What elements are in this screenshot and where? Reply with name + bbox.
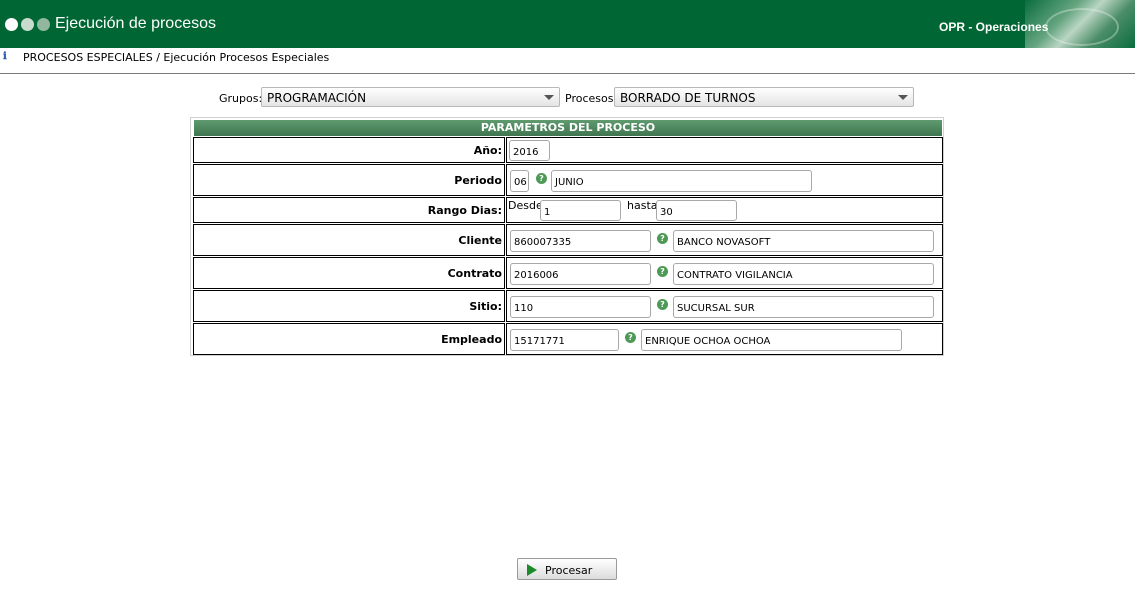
sitio-label: Sitio: (469, 300, 502, 313)
contrato-name-input[interactable]: CONTRATO VIGILANCIA (673, 263, 934, 285)
anio-input[interactable]: 2016 (509, 140, 550, 161)
row-cliente: Cliente 860007335 ? BANCO NOVASOFT (193, 224, 943, 256)
row-sitio: Sitio: 110 ? SUCURSAL SUR (193, 290, 943, 322)
contrato-code-input[interactable]: 2016006 (510, 263, 651, 285)
help-icon[interactable]: ? (657, 266, 668, 277)
filters-bar: Grupos: PROGRAMACIÓN Procesos: BORRADO D… (219, 86, 919, 108)
empleado-value-cell: 15171771 ? ENRIQUE OCHOA OCHOA (506, 323, 943, 355)
window-dots (5, 18, 50, 31)
help-icon[interactable]: ? (657, 233, 668, 244)
dot-1 (5, 18, 18, 31)
info-icon: ℹ (3, 51, 7, 62)
help-icon[interactable]: ? (657, 299, 668, 310)
procesos-select-value: BORRADO DE TURNOS (620, 91, 756, 105)
row-empleado: Empleado 15171771 ? ENRIQUE OCHOA OCHOA (193, 323, 943, 355)
empleado-label: Empleado (441, 333, 502, 346)
procesar-label: Procesar (545, 564, 593, 577)
grupos-select-value: PROGRAMACIÓN (267, 91, 367, 105)
anio-value-cell: 2016 (506, 137, 943, 163)
cliente-code-input[interactable]: 860007335 (510, 230, 651, 252)
desde-label: Desde (508, 199, 543, 212)
chevron-down-icon (898, 95, 908, 100)
periodo-name-input[interactable]: JUNIO (551, 170, 812, 192)
breadcrumb-bar: ℹ PROCESOS ESPECIALES / Ejecución Proces… (0, 48, 1135, 74)
desde-input[interactable]: 1 (540, 200, 621, 221)
anio-label: Año: (473, 144, 502, 157)
rango-label: Rango Dias: (427, 204, 502, 217)
row-contrato: Contrato 2016006 ? CONTRATO VIGILANCIA (193, 257, 943, 289)
dot-2 (21, 18, 34, 31)
sitio-label-cell: Sitio: (193, 290, 505, 322)
panel-title: PARAMETROS DEL PROCESO (194, 120, 942, 136)
row-anio: Año: 2016 (193, 137, 943, 163)
empleado-name-input[interactable]: ENRIQUE OCHOA OCHOA (641, 329, 902, 351)
hasta-input[interactable]: 30 (656, 200, 737, 221)
row-rango-dias: Rango Dias: Desde 1 hasta 30 (193, 197, 943, 223)
grupos-label: Grupos: (219, 92, 263, 105)
cliente-value-cell: 860007335 ? BANCO NOVASOFT (506, 224, 943, 256)
contrato-value-cell: 2016006 ? CONTRATO VIGILANCIA (506, 257, 943, 289)
rango-label-cell: Rango Dias: (193, 197, 505, 223)
sitio-code-input[interactable]: 110 (510, 296, 651, 318)
periodo-value-cell: 06 ? JUNIO (506, 164, 943, 196)
contrato-label: Contrato (447, 267, 502, 280)
periodo-code-input[interactable]: 06 (510, 170, 529, 192)
empleado-label-cell: Empleado (193, 323, 505, 355)
row-periodo: Periodo 06 ? JUNIO (193, 164, 943, 196)
cliente-label-cell: Cliente (193, 224, 505, 256)
procesar-button[interactable]: Procesar (517, 558, 617, 580)
contrato-label-cell: Contrato (193, 257, 505, 289)
cliente-label: Cliente (458, 234, 502, 247)
hasta-label: hasta (627, 199, 658, 212)
help-icon[interactable]: ? (536, 173, 547, 184)
help-icon[interactable]: ? (625, 332, 636, 343)
anio-label-cell: Año: (193, 137, 505, 163)
rango-value-cell: Desde 1 hasta 30 (506, 197, 943, 223)
parameters-panel: PARAMETROS DEL PROCESO Año: 2016 Periodo… (190, 117, 944, 356)
procesos-label: Procesos: (565, 92, 618, 105)
sitio-name-input[interactable]: SUCURSAL SUR (673, 296, 934, 318)
empleado-code-input[interactable]: 15171771 (510, 329, 619, 351)
header-bar: Ejecución de procesos OPR - Operaciones (0, 0, 1135, 48)
cliente-name-input[interactable]: BANCO NOVASOFT (673, 230, 934, 252)
play-icon (527, 564, 537, 576)
page-title: Ejecución de procesos (55, 15, 216, 32)
module-title: OPR - Operaciones (939, 20, 1049, 34)
procesos-select[interactable]: BORRADO DE TURNOS (614, 87, 914, 107)
dot-3 (37, 18, 50, 31)
sitio-value-cell: 110 ? SUCURSAL SUR (506, 290, 943, 322)
periodo-label: Periodo (454, 174, 502, 187)
periodo-label-cell: Periodo (193, 164, 505, 196)
grupos-select[interactable]: PROGRAMACIÓN (261, 87, 560, 107)
chevron-down-icon (544, 95, 554, 100)
breadcrumb: PROCESOS ESPECIALES / Ejecución Procesos… (23, 51, 330, 64)
